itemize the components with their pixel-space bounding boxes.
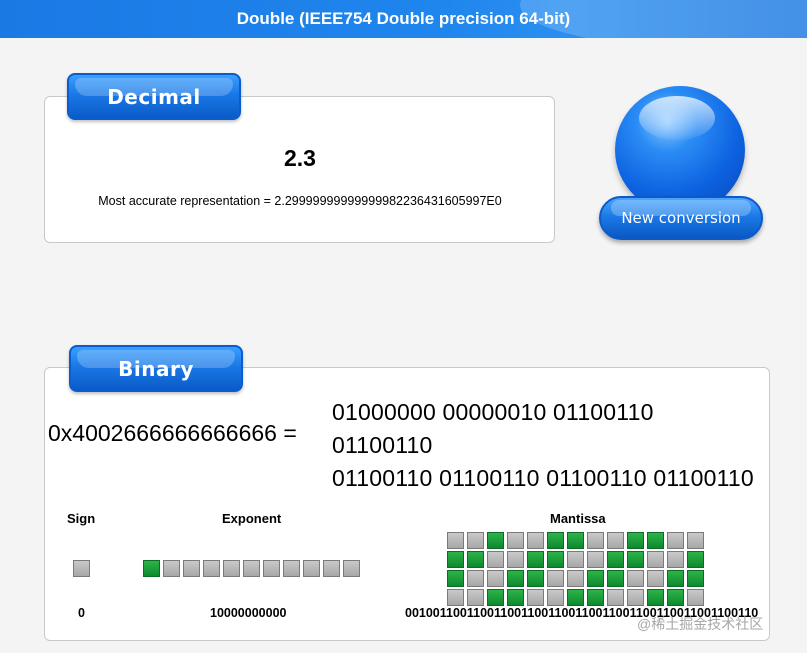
bit-checkbox-on[interactable] [507,570,524,587]
bit-checkbox-on[interactable] [527,570,544,587]
bit-checkbox-on[interactable] [547,551,564,568]
bit-checkbox-on[interactable] [607,551,624,568]
binary-line: 01000000 00000010 01100110 [332,399,654,425]
bit-checkbox-on[interactable] [627,551,644,568]
bit-checkbox-off[interactable] [607,532,624,549]
bit-checkbox-on[interactable] [567,589,584,606]
bit-checkbox-off[interactable] [627,589,644,606]
new-conversion-label: New conversion [621,209,741,227]
sign-label: Sign [67,511,96,526]
bit-checkbox-on[interactable] [547,532,564,549]
bit-checkbox-on[interactable] [647,589,664,606]
bit-checkbox-on[interactable] [667,570,684,587]
bit-checkbox-off[interactable] [73,560,90,577]
bit-checkbox-off[interactable] [343,560,360,577]
decimal-value: 2.3 [284,145,316,171]
decimal-tab: Decimal [67,73,241,120]
accurate-representation: Most accurate representation = 2.2999999… [98,194,502,208]
bit-checkbox-on[interactable] [487,532,504,549]
bit-checkbox-on[interactable] [143,560,160,577]
bit-checkbox-on[interactable] [667,589,684,606]
bit-checkbox-off[interactable] [647,551,664,568]
bit-checkbox-off[interactable] [223,560,240,577]
bit-checkbox-on[interactable] [587,570,604,587]
bit-checkbox-on[interactable] [647,532,664,549]
bit-checkbox-off[interactable] [547,570,564,587]
bit-checkbox-on[interactable] [687,570,704,587]
bit-checkbox-on[interactable] [607,570,624,587]
bit-checkbox-off[interactable] [447,589,464,606]
bit-checkbox-off[interactable] [527,589,544,606]
bit-checkbox-on[interactable] [447,570,464,587]
bit-checkbox-off[interactable] [323,560,340,577]
bit-checkbox-on[interactable] [527,551,544,568]
bit-checkbox-off[interactable] [467,570,484,587]
orb-icon[interactable] [615,86,745,214]
bit-checkbox-off[interactable] [667,551,684,568]
binary-panel: 0x4002666666666666 = 01000000 00000010 0… [44,367,770,641]
binary-lines: 01000000 00000010 01100110 01100110 0110… [332,396,754,495]
bit-checkbox-off[interactable] [243,560,260,577]
bit-checkbox-off[interactable] [487,570,504,587]
bit-checkbox-on[interactable] [627,532,644,549]
page-title: Double (IEEE754 Double precision 64-bit) [236,9,571,28]
hex-value: 0x4002666666666666 = [48,420,297,446]
bit-checkbox-off[interactable] [667,532,684,549]
bit-checkbox-off[interactable] [203,560,220,577]
bit-checkbox-off[interactable] [527,532,544,549]
bit-checkbox-off[interactable] [507,551,524,568]
bit-checkbox-off[interactable] [467,532,484,549]
bit-checkbox-off[interactable] [567,570,584,587]
exponent-value: 10000000000 [210,606,287,620]
bit-checkbox-on[interactable] [507,589,524,606]
exponent-label: Exponent [222,511,282,526]
bit-checkbox-off[interactable] [263,560,280,577]
binary-tab: Binary [69,345,243,392]
bit-checkbox-off[interactable] [647,570,664,587]
binary-tab-label: Binary [118,356,194,381]
bit-checkbox-off[interactable] [487,551,504,568]
bit-checkbox-off[interactable] [567,551,584,568]
bit-checkbox-off[interactable] [607,589,624,606]
title-bar: Double (IEEE754 Double precision 64-bit) [0,0,807,38]
binary-line: 01100110 01100110 01100110 01100110 [332,465,754,491]
bit-checkbox-on[interactable] [587,589,604,606]
bit-checkbox-off[interactable] [507,532,524,549]
bit-checkbox-off[interactable] [303,560,320,577]
bit-checkbox-on[interactable] [687,551,704,568]
bit-checkbox-off[interactable] [587,551,604,568]
watermark: @稀土掘金技术社区 [637,616,764,632]
bit-checkbox-off[interactable] [587,532,604,549]
bit-checkbox-off[interactable] [627,570,644,587]
bit-checkbox-off[interactable] [183,560,200,577]
bit-checkbox-off[interactable] [447,532,464,549]
bit-checkbox-on[interactable] [567,532,584,549]
bit-checkbox-on[interactable] [447,551,464,568]
bit-checkbox-on[interactable] [487,589,504,606]
bit-checkbox-off[interactable] [467,589,484,606]
decimal-tab-label: Decimal [107,84,201,109]
bit-checkbox-off[interactable] [163,560,180,577]
binary-line: 01100110 [332,432,433,458]
bit-checkbox-off[interactable] [687,589,704,606]
new-conversion-button[interactable]: New conversion [599,196,763,240]
sign-value: 0 [78,606,85,620]
bit-checkbox-off[interactable] [283,560,300,577]
bit-checkbox-off[interactable] [687,532,704,549]
bit-checkbox-off[interactable] [547,589,564,606]
bit-checkbox-on[interactable] [467,551,484,568]
mantissa-label: Mantissa [550,511,606,526]
